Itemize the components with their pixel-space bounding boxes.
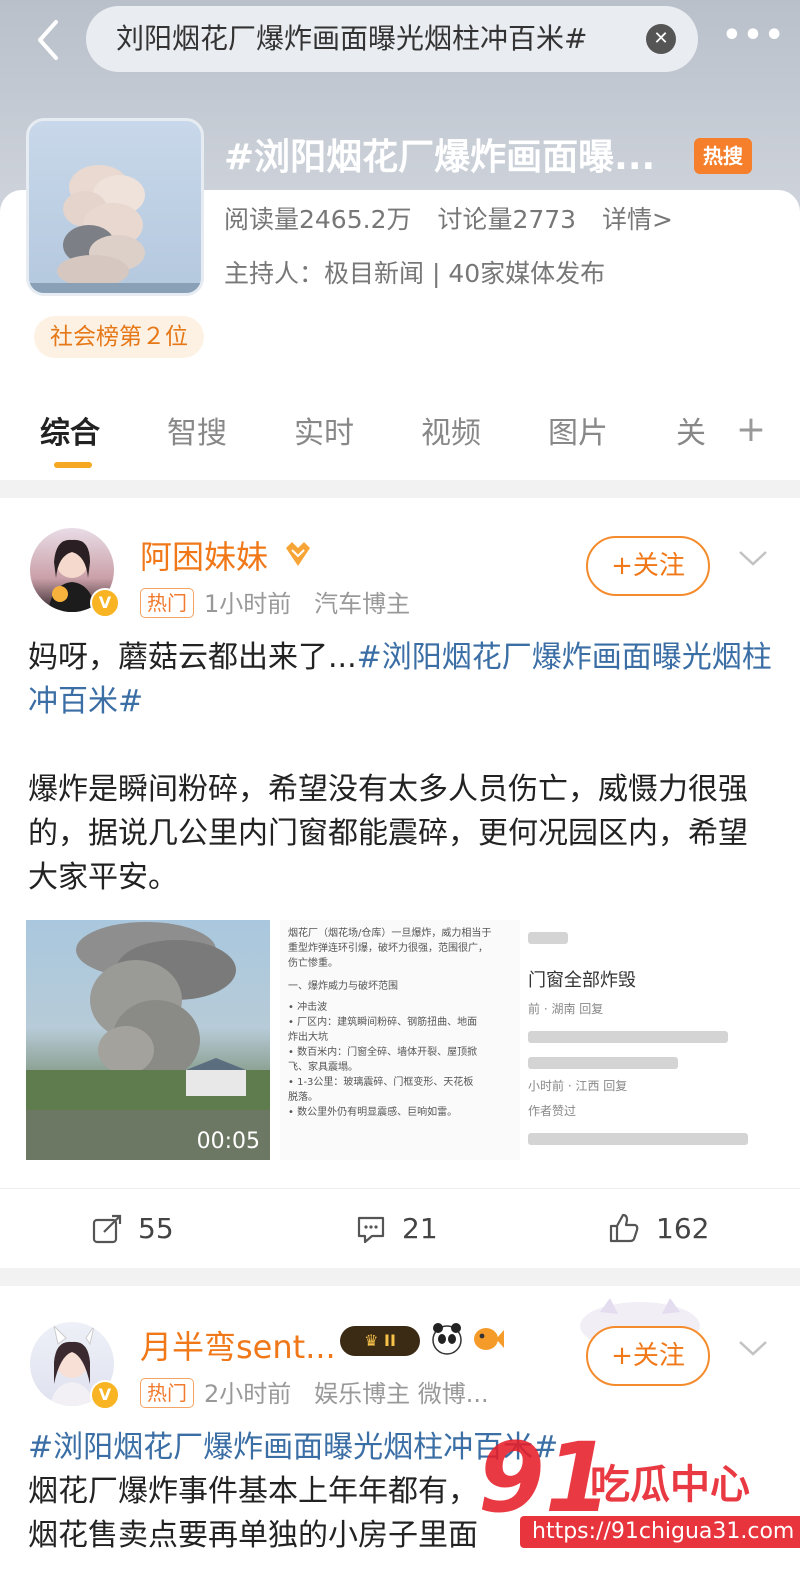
chevron-left-icon xyxy=(38,20,58,60)
chat-screenshot-image[interactable]: 门窗全部炸毁 前 · 湖南 回复 小时前 · 江西 回复 作者赞过 xyxy=(526,920,766,1160)
chat-meta: 小时前 · 江西 回复 xyxy=(528,1079,628,1093)
author-name[interactable]: 月半弯sent... xyxy=(140,1322,336,1368)
back-button[interactable] xyxy=(26,14,70,64)
post-menu-button[interactable] xyxy=(738,544,768,574)
chat-message: 门窗全部炸毁 xyxy=(528,970,636,991)
document-image[interactable]: 烟花厂（烟花场/仓库）一旦爆炸，威力相当于 重型炸弹连环引爆，破坏力很强，范围很… xyxy=(280,920,520,1160)
more-options-button[interactable]: ••• xyxy=(722,14,786,64)
section-divider xyxy=(0,480,800,498)
member-level-badge: ♛ II xyxy=(340,1326,420,1356)
author-name[interactable]: 阿困妹妹 xyxy=(140,532,268,578)
doc-line: 炸出大坑 xyxy=(288,1032,328,1043)
doc-line: 一、爆炸威力与破坏范围 xyxy=(288,981,398,992)
thumbs-up-icon xyxy=(609,1213,639,1243)
like-count: 162 xyxy=(656,1212,710,1245)
post-time: 1小时前 xyxy=(204,590,292,618)
doc-line: • 数百米内：门窗全碎、墙体开裂、屋顶掀 xyxy=(288,1047,478,1058)
topic-stats: 阅读量2465.2万 讨论量2773 详情> xyxy=(224,200,691,236)
fish-icon xyxy=(474,1328,504,1350)
details-link[interactable]: 详情> xyxy=(602,205,673,234)
blurred-text xyxy=(528,1133,748,1145)
tab-realtime[interactable]: 实时 xyxy=(294,412,354,456)
post-menu-button[interactable] xyxy=(738,1334,768,1364)
post-card: V 阿困妹妹 热门 1小时前 汽车博主 +关注 妈呀，蘑菇云都出来了...#浏阳烟… xyxy=(0,498,800,1268)
tab-smart-search[interactable]: 智搜 xyxy=(167,412,227,456)
search-input[interactable]: 刘阳烟花厂爆炸画面曝光烟柱冲百米# xyxy=(116,6,626,72)
like-button[interactable]: 162 xyxy=(608,1207,709,1251)
tab-images[interactable]: 图片 xyxy=(548,412,608,456)
video-thumbnail[interactable]: 00:05 xyxy=(26,920,270,1160)
doc-line: 飞、家具震塌。 xyxy=(288,1062,358,1073)
post-text-plain: 妈呀，蘑菇云都出来了... xyxy=(28,640,357,675)
video-duration: 00:05 xyxy=(196,1129,260,1154)
repost-button[interactable]: 55 xyxy=(92,1207,174,1251)
panda-icon xyxy=(432,1323,462,1355)
explosion-smoke-image xyxy=(26,922,270,1160)
watermark-text: 吃瓜中心 xyxy=(590,1462,750,1508)
read-count: 阅读量2465.2万 xyxy=(224,205,412,234)
discussion-count: 讨论量2773 xyxy=(437,205,577,234)
post-actions: 55 21 162 xyxy=(0,1188,800,1268)
doc-line: • 厂区内：建筑瞬间粉碎、钢筋扭曲、地面 xyxy=(288,1017,478,1028)
author-role: 汽车博主 xyxy=(314,590,411,618)
tab-bar: 综合 智搜 实时 视频 图片 关 xyxy=(0,400,800,480)
comment-button[interactable]: 21 xyxy=(356,1207,438,1251)
doc-line: • 冲击波 xyxy=(288,1002,328,1013)
post-time: 2小时前 xyxy=(204,1380,292,1408)
post-text-intro: 妈呀，蘑菇云都出来了...#浏阳烟花厂爆炸画面曝光烟柱冲百米# xyxy=(28,636,772,724)
close-icon: ✕ xyxy=(653,28,669,49)
more-horizontal-icon: ••• xyxy=(722,18,786,53)
chevron-down-icon xyxy=(739,551,767,566)
post-meta: 热门 2小时前 娱乐博主 微博... xyxy=(140,1374,489,1409)
doc-line: 重型炸弹连环引爆，破坏力很强，范围很广， xyxy=(288,943,488,954)
blurred-text xyxy=(528,1057,678,1069)
tab-comprehensive[interactable]: 综合 xyxy=(40,412,100,456)
follow-button[interactable]: +关注 xyxy=(586,1326,710,1386)
topic-title[interactable]: #浏阳烟花厂爆炸画面曝... xyxy=(224,130,674,186)
rank-badge[interactable]: 社会榜第２位 xyxy=(34,316,204,358)
level-badge-text: II xyxy=(384,1331,396,1350)
chat-meta: 前 · 湖南 回复 xyxy=(528,1002,604,1016)
topic-thumbnail[interactable] xyxy=(26,118,204,296)
active-tab-indicator xyxy=(54,462,92,468)
top-bar: 刘阳烟花厂爆炸画面曝光烟柱冲百米# ✕ ••• xyxy=(0,0,800,80)
blurred-text xyxy=(528,1031,728,1043)
search-bar[interactable]: 刘阳烟花厂爆炸画面曝光烟柱冲百米# ✕ xyxy=(86,6,698,72)
post-text-body: 爆炸是瞬间粉碎，希望没有太多人员伤亡，威慑力很强的，据说几公里内门窗都能震碎，更… xyxy=(28,772,748,895)
verified-badge-icon: V xyxy=(90,588,120,618)
hot-search-badge: 热搜 xyxy=(694,138,752,174)
verified-badge-icon: V xyxy=(90,1380,120,1410)
blurred-text xyxy=(528,932,568,944)
hot-tag: 热门 xyxy=(140,1378,194,1408)
comment-icon xyxy=(357,1216,385,1244)
doc-line: • 数公里外仍有明显震感、巨响如雷。 xyxy=(288,1107,458,1118)
repost-icon xyxy=(92,1214,122,1244)
crown-icon: ♛ xyxy=(364,1331,384,1350)
doc-line: 伤亡惨重。 xyxy=(288,958,338,969)
smoke-cloud-image xyxy=(29,165,201,293)
section-divider xyxy=(0,1268,800,1286)
tab-video[interactable]: 视频 xyxy=(421,412,481,456)
topic-host[interactable]: 主持人：极目新闻 | 40家媒体发布 xyxy=(224,254,605,290)
post-meta: 热门 1小时前 汽车博主 xyxy=(140,584,410,619)
comment-count: 21 xyxy=(402,1212,438,1245)
hot-tag: 热门 xyxy=(140,588,194,618)
repost-count: 55 xyxy=(138,1212,174,1245)
follow-button[interactable]: +关注 xyxy=(586,536,710,596)
clear-search-button[interactable]: ✕ xyxy=(646,24,676,54)
post-media: 00:05 烟花厂（烟花场/仓库）一旦爆炸，威力相当于 重型炸弹连环引爆，破坏力… xyxy=(26,920,766,1160)
chat-meta: 作者赞过 xyxy=(528,1104,577,1118)
author-role: 娱乐博主 微博... xyxy=(314,1380,489,1408)
add-tab-button[interactable]: + xyxy=(734,408,768,452)
fan-badge-icon xyxy=(286,542,310,566)
doc-line: • 1-3公里：玻璃震碎、门框变形、天花板 xyxy=(288,1077,474,1088)
chevron-down-icon xyxy=(739,1341,767,1356)
watermark-url: https://91chigua31.com xyxy=(520,1516,800,1548)
doc-line: 脱落。 xyxy=(288,1092,318,1103)
doc-line: 烟花厂（烟花场/仓库）一旦爆炸，威力相当于 xyxy=(288,928,492,939)
tab-related[interactable]: 关 xyxy=(676,412,706,456)
